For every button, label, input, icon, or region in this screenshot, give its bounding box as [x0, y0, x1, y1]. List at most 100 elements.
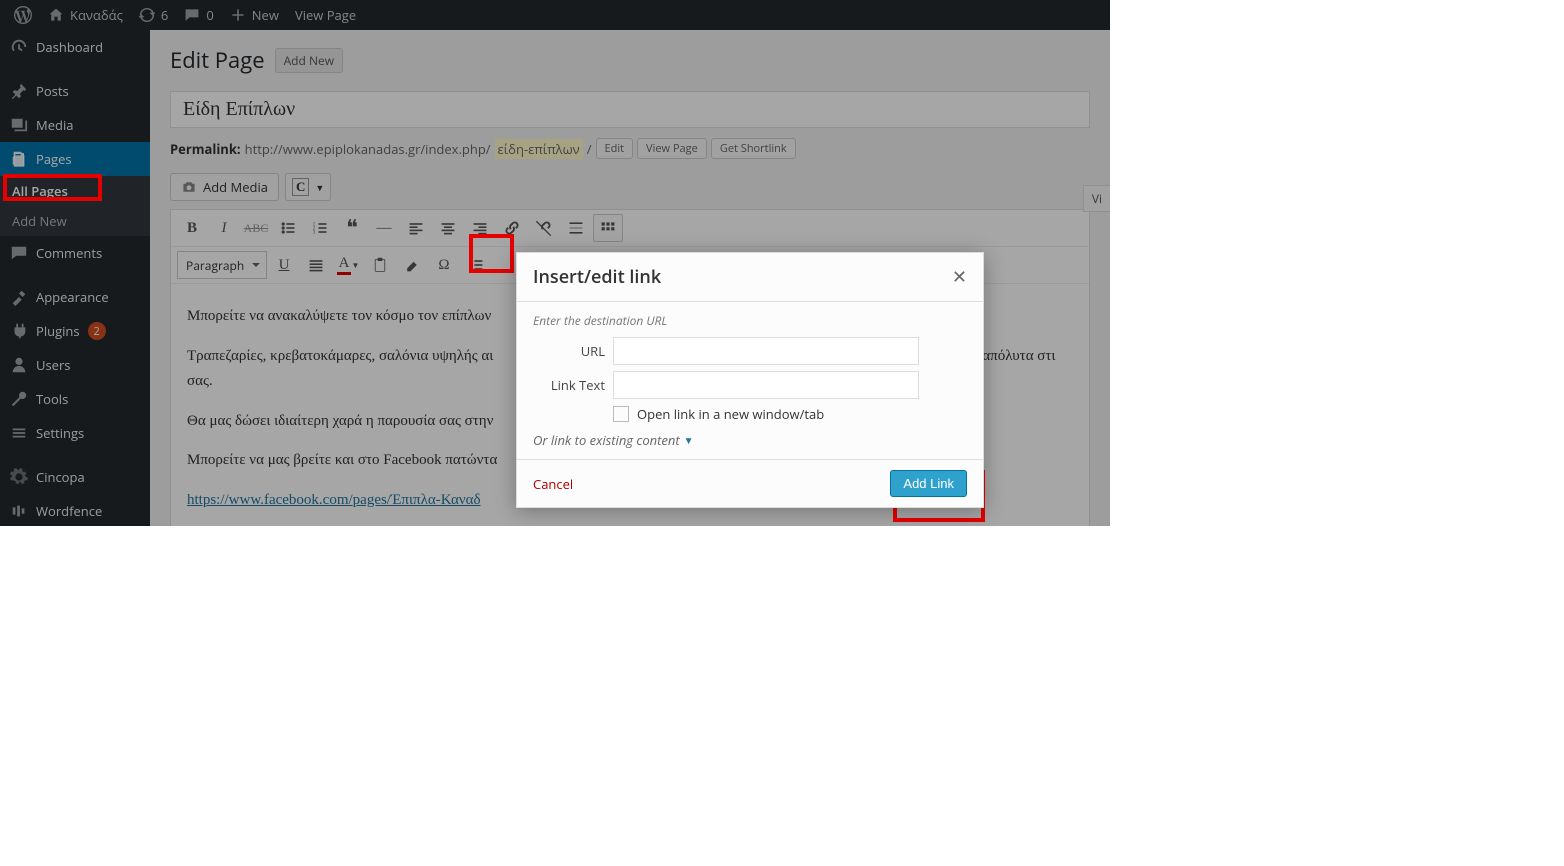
- sidebar-item-plugins[interactable]: Plugins 2: [0, 314, 150, 348]
- sidebar-item-label: Settings: [36, 424, 84, 442]
- updates-link[interactable]: 6: [131, 0, 176, 30]
- sidebar-item-media[interactable]: Media: [0, 108, 150, 142]
- update-icon: [139, 7, 155, 23]
- sidebar-item-pages[interactable]: Pages: [0, 142, 150, 176]
- permalink-edit-button[interactable]: Edit: [596, 138, 634, 159]
- url-row: URL: [533, 337, 967, 365]
- align-left-icon: [408, 220, 424, 236]
- strike-button[interactable]: ABC: [241, 214, 271, 242]
- url-input[interactable]: [613, 337, 919, 365]
- justify-button[interactable]: [301, 251, 331, 279]
- number-list-button[interactable]: 123: [305, 214, 335, 242]
- align-center-icon: [440, 220, 456, 236]
- site-name: Καναδάς: [70, 6, 123, 24]
- ol-icon: 123: [312, 220, 328, 236]
- clear-format-button[interactable]: [397, 251, 427, 279]
- dialog-title: Insert/edit link: [533, 265, 661, 289]
- sidebar-item-label: Plugins: [36, 322, 80, 340]
- add-new-page-button[interactable]: Add New: [275, 48, 343, 73]
- permalink-view-button[interactable]: View Page: [637, 138, 707, 159]
- cancel-button[interactable]: Cancel: [533, 475, 573, 493]
- align-right-icon: [472, 220, 488, 236]
- format-select[interactable]: Paragraph: [177, 251, 267, 279]
- admin-sidebar: Dashboard Posts Media Pages All Pages Ad…: [0, 30, 150, 526]
- home-icon: [48, 7, 64, 23]
- sidebar-item-wordfence[interactable]: Wordfence: [0, 494, 150, 526]
- permalink-row: Permalink: http://www.epiplokanadas.gr/i…: [170, 138, 1090, 159]
- outdent-icon: [468, 257, 484, 273]
- bold-button[interactable]: B: [177, 214, 207, 242]
- link-text-label: Link Text: [533, 376, 605, 394]
- hr-button[interactable]: —: [369, 214, 399, 242]
- camera-icon: [181, 179, 197, 195]
- dropcap-icon: C: [292, 178, 309, 196]
- dropcap-button[interactable]: C ▼: [285, 173, 331, 201]
- sidebar-item-label: Pages: [36, 150, 72, 168]
- appearance-icon: [10, 288, 28, 306]
- sidebar-item-posts[interactable]: Posts: [0, 74, 150, 108]
- existing-content-toggle[interactable]: Or link to existing content ▼: [533, 431, 967, 449]
- sidebar-item-label: Cincopa: [36, 468, 85, 486]
- toolbar-toggle-button[interactable]: [593, 214, 623, 242]
- align-center-button[interactable]: [433, 214, 463, 242]
- sidebar-item-settings[interactable]: Settings: [0, 416, 150, 450]
- special-char-button[interactable]: Ω: [429, 251, 459, 279]
- sidebar-item-tools[interactable]: Tools: [0, 382, 150, 416]
- link-button[interactable]: [497, 214, 527, 242]
- submenu-add-new[interactable]: Add New: [0, 206, 150, 236]
- sidebar-item-label: Comments: [36, 244, 102, 262]
- sidebar-item-label: Users: [36, 356, 70, 374]
- kitchen-sink-icon: [600, 220, 616, 236]
- underline-button[interactable]: U: [269, 251, 299, 279]
- dialog-close-button[interactable]: ✕: [952, 265, 967, 289]
- sidebar-item-dashboard[interactable]: Dashboard: [0, 30, 150, 64]
- settings-icon: [10, 424, 28, 442]
- new-label: New: [252, 6, 279, 24]
- unlink-button[interactable]: [529, 214, 559, 242]
- ul-icon: [280, 220, 296, 236]
- more-button[interactable]: [561, 214, 591, 242]
- chevron-down-icon: ▼: [684, 433, 694, 447]
- align-left-button[interactable]: [401, 214, 431, 242]
- permalink-label: Permalink:: [170, 140, 241, 158]
- dashboard-icon: [10, 38, 28, 56]
- view-page-link[interactable]: View Page: [287, 0, 364, 30]
- unlink-icon: [535, 219, 553, 237]
- sidebar-item-label: Appearance: [36, 288, 109, 306]
- link-text-input[interactable]: [613, 371, 919, 399]
- add-media-button[interactable]: Add Media: [170, 173, 279, 201]
- bullet-list-button[interactable]: [273, 214, 303, 242]
- editor-link[interactable]: https://www.facebook.com/pages/Έπιπλα-Κα…: [187, 492, 481, 508]
- sidebar-item-users[interactable]: Users: [0, 348, 150, 382]
- blockquote-button[interactable]: ❝: [337, 214, 367, 242]
- sidebar-item-label: Dashboard: [36, 38, 103, 56]
- new-link[interactable]: New: [222, 0, 287, 30]
- sidebar-item-label: Wordfence: [36, 502, 102, 520]
- new-tab-checkbox[interactable]: [613, 406, 629, 422]
- comment-icon: [10, 244, 28, 262]
- sidebar-item-comments[interactable]: Comments: [0, 236, 150, 270]
- link-text-row: Link Text: [533, 371, 967, 399]
- site-link[interactable]: Καναδάς: [40, 0, 131, 30]
- paste-text-button[interactable]: [365, 251, 395, 279]
- new-tab-label: Open link in a new window/tab: [637, 405, 824, 423]
- post-title-input[interactable]: [170, 91, 1090, 128]
- plugin-icon: [10, 322, 28, 340]
- users-icon: [10, 356, 28, 374]
- sidebar-item-cincopa[interactable]: Cincopa: [0, 460, 150, 494]
- italic-button[interactable]: I: [209, 214, 239, 242]
- admin-bar: Καναδάς 6 0 New View Page: [0, 0, 1110, 30]
- comments-link[interactable]: 0: [176, 0, 221, 30]
- add-link-button[interactable]: Add Link: [890, 470, 967, 497]
- align-right-button[interactable]: [465, 214, 495, 242]
- wp-logo[interactable]: [6, 0, 40, 30]
- visual-tab[interactable]: Vi: [1083, 185, 1110, 212]
- permalink-shortlink-button[interactable]: Get Shortlink: [711, 138, 796, 159]
- pin-icon: [10, 82, 28, 100]
- read-more-icon: [568, 220, 584, 236]
- submenu-all-pages[interactable]: All Pages: [0, 176, 150, 206]
- outdent-button[interactable]: [461, 251, 491, 279]
- new-tab-row: Open link in a new window/tab: [533, 405, 967, 423]
- sidebar-item-appearance[interactable]: Appearance: [0, 280, 150, 314]
- text-color-button[interactable]: A ▼: [333, 251, 363, 279]
